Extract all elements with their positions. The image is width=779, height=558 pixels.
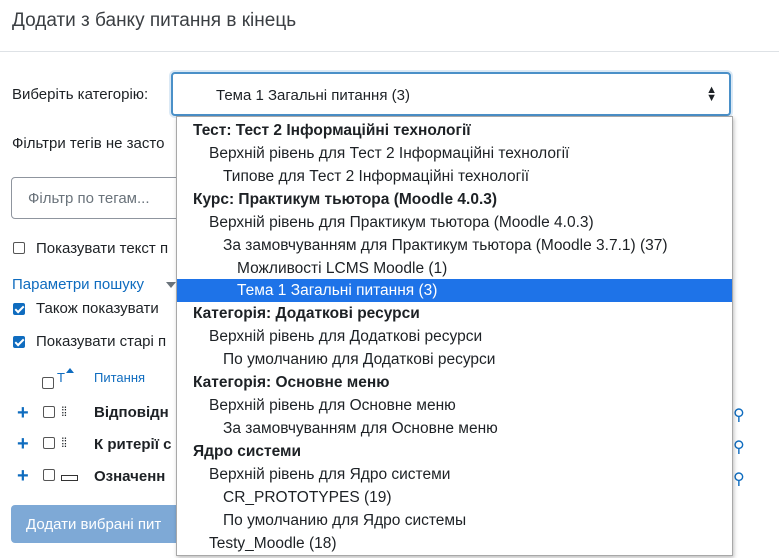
category-dropdown-list[interactable]: Тест: Тест 2 Інформаційні технології Вер…: [176, 116, 733, 556]
row-checkbox[interactable]: [43, 469, 55, 481]
dropdown-item-label: Категорія: Додаткові ресурси: [193, 305, 420, 322]
row-checkbox[interactable]: [43, 406, 55, 418]
question-name: Відповідн: [94, 404, 169, 421]
dropdown-item-label: За замовчуванням для Практикум тьютора (…: [223, 237, 668, 254]
dropdown-item-label: Типове для Тест 2 Інформаційні технологі…: [223, 168, 529, 185]
tag-filter-field[interactable]: [11, 177, 191, 219]
dropdown-item-label: CR_PROTOTYPES (19): [223, 489, 392, 506]
dropdown-item-label: Верхній рівень для Ядро системи: [209, 466, 451, 483]
dropdown-item-selected[interactable]: Тема 1 Загальні питання (3): [177, 279, 732, 302]
dropdown-item-label: По умолчанию для Ядро системы: [223, 512, 467, 529]
drag-grid-icon: ⁞⁞: [61, 404, 67, 419]
dropdown-item[interactable]: Верхній рівень для Ядро системи: [177, 463, 732, 486]
dropdown-item-label: Верхній рівень для Додаткові ресурси: [209, 328, 483, 345]
add-question-button[interactable]: +: [17, 466, 29, 486]
select-arrows-icon: ▲ ▼: [706, 84, 717, 104]
preview-icon[interactable]: ⚲: [733, 405, 745, 425]
drag-grid-icon: ⁞⁞: [61, 435, 67, 450]
dropdown-item[interactable]: Категорія: Додаткові ресурси: [177, 302, 732, 325]
category-select[interactable]: Тема 1 Загальні питання (3) ▲ ▼: [171, 72, 731, 116]
add-question-button[interactable]: +: [17, 403, 29, 423]
preview-icon[interactable]: ⚲: [733, 469, 745, 489]
category-select-value: Тема 1 Загальні питання (3): [216, 87, 410, 104]
page-title: Додати з банку питання в кінець: [12, 10, 297, 31]
dropdown-item[interactable]: Типове для Тест 2 Інформаційні технологі…: [177, 165, 732, 188]
question-name: Означенн: [94, 468, 166, 485]
dropdown-item-label: По умолчанию для Додаткові ресурси: [223, 351, 496, 368]
dropdown-item[interactable]: Верхній рівень для Тест 2 Інформаційні т…: [177, 142, 732, 165]
dropdown-item-label: Ядро системи: [193, 443, 301, 460]
select-all-checkbox[interactable]: [42, 377, 54, 389]
dropdown-item[interactable]: Тест: Тест 2 Інформаційні технології: [177, 119, 732, 142]
title-divider: [0, 51, 779, 52]
dropdown-item-label: Testy_Moodle (18): [209, 535, 337, 552]
question-name: К ритерії с: [94, 436, 172, 453]
dropdown-item-label: Курс: Практикум тьютора (Moodle 4.0.3): [193, 191, 498, 208]
row-checkbox[interactable]: [43, 437, 55, 449]
dropdown-item[interactable]: Ядро системи: [177, 440, 732, 463]
description-icon: [61, 475, 78, 481]
add-question-button[interactable]: +: [17, 434, 29, 454]
dropdown-item-label: Тема 1 Загальні питання (3): [237, 282, 438, 299]
dropdown-item[interactable]: Testy_Moodle (18): [177, 532, 732, 555]
tag-filter-input[interactable]: [26, 189, 180, 208]
preview-icon[interactable]: ⚲: [733, 437, 745, 457]
dropdown-item-label: Верхній рівень для Практикум тьютора (Mo…: [209, 214, 594, 231]
dropdown-item[interactable]: За замовчуванням для Практикум тьютора (…: [177, 234, 732, 257]
dropdown-item-label: Можливості LCMS Moodle (1): [237, 260, 448, 277]
dropdown-item[interactable]: Категорія: Основне меню: [177, 371, 732, 394]
dropdown-item-label: Верхній рівень для Основне меню: [209, 397, 456, 414]
dropdown-item[interactable]: За замовчуванням для Основне меню: [177, 417, 732, 440]
dropdown-item[interactable]: Верхній рівень для Практикум тьютора (Mo…: [177, 211, 732, 234]
sort-type-link[interactable]: Т: [57, 370, 65, 385]
dropdown-item-label: Категорія: Основне меню: [193, 374, 390, 391]
dropdown-item-label: Верхній рівень для Тест 2 Інформаційні т…: [209, 145, 570, 162]
category-label: Виберіть категорію:: [12, 86, 149, 103]
tag-filter-notice: Фільтри тегів не засто: [12, 135, 165, 152]
add-selected-button[interactable]: Додати вибрані пит: [11, 505, 181, 543]
show-old-label: Показувати старі п: [36, 333, 167, 350]
search-params-link[interactable]: Параметри пошуку: [12, 276, 144, 293]
also-show-checkbox[interactable]: [13, 303, 25, 315]
dropdown-item-label: За замовчуванням для Основне меню: [223, 420, 498, 437]
dropdown-item[interactable]: Верхній рівень для Основне меню: [177, 394, 732, 417]
caret-down-icon: [166, 282, 176, 288]
show-text-checkbox[interactable]: [13, 242, 25, 254]
dropdown-item[interactable]: По умолчанию для Ядро системы: [177, 509, 732, 532]
also-show-label: Також показувати: [36, 300, 159, 317]
show-old-checkbox[interactable]: [13, 336, 25, 348]
dropdown-item[interactable]: CR_PROTOTYPES (19): [177, 486, 732, 509]
sort-asc-icon: [66, 368, 74, 373]
dropdown-item[interactable]: Можливості LCMS Moodle (1): [177, 257, 732, 280]
show-text-label: Показувати текст п: [36, 240, 169, 257]
dropdown-item[interactable]: Верхній рівень для Додаткові ресурси: [177, 325, 732, 348]
dropdown-item-label: Тест: Тест 2 Інформаційні технології: [193, 122, 471, 139]
dropdown-item[interactable]: Курс: Практикум тьютора (Moodle 4.0.3): [177, 188, 732, 211]
sort-question-link[interactable]: Питання: [94, 370, 145, 385]
dropdown-item[interactable]: По умолчанию для Додаткові ресурси: [177, 348, 732, 371]
